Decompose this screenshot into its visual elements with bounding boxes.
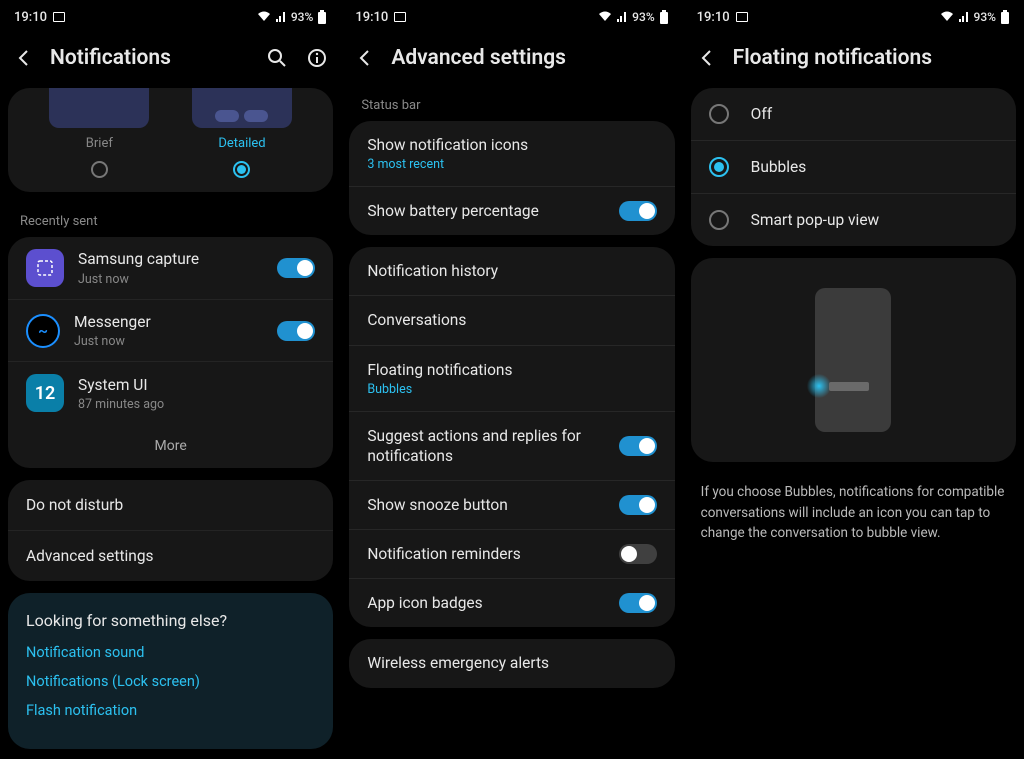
page-title: Advanced settings xyxy=(391,46,668,70)
main-settings-card: Notification history Conversations Float… xyxy=(349,247,674,627)
status-time: 19:10 xyxy=(355,10,388,25)
recent-apps-card: Samsung capture Just now ~ Messenger Jus… xyxy=(8,237,333,468)
radio-bubbles[interactable] xyxy=(709,157,729,177)
status-bar: 19:10 93% xyxy=(0,0,341,30)
signal-icon xyxy=(616,11,628,23)
image-icon xyxy=(394,12,406,22)
radio-detailed[interactable] xyxy=(233,161,250,178)
status-time: 19:10 xyxy=(14,10,47,25)
status-bar: 19:10 93% xyxy=(341,0,682,30)
wifi-icon xyxy=(940,11,954,23)
settings-card: Do not disturb Advanced settings xyxy=(8,480,333,581)
option-smart[interactable]: Smart pop-up view xyxy=(691,193,1016,246)
image-icon xyxy=(736,12,748,22)
header: Floating notifications xyxy=(683,30,1024,88)
advanced-row[interactable]: Advanced settings xyxy=(8,530,333,581)
toggle-reminders[interactable] xyxy=(619,544,657,564)
toggle-badges[interactable] xyxy=(619,593,657,613)
more-button[interactable]: More xyxy=(8,424,333,468)
page-title: Notifications xyxy=(50,46,251,70)
link-lock-screen[interactable]: Notifications (Lock screen) xyxy=(26,673,315,690)
options-card: Off Bubbles Smart pop-up view xyxy=(691,88,1016,246)
link-notification-sound[interactable]: Notification sound xyxy=(26,644,315,661)
app-icon-messenger: ~ xyxy=(26,314,60,348)
toggle-suggest[interactable] xyxy=(619,436,657,456)
style-detailed[interactable]: Detailed xyxy=(187,88,297,192)
show-battery-row[interactable]: Show battery percentage xyxy=(349,186,674,235)
preview-card xyxy=(691,258,1016,462)
app-row[interactable]: Samsung capture Just now xyxy=(8,237,333,299)
phone-mock xyxy=(815,288,891,432)
toggle-messenger[interactable] xyxy=(277,321,315,341)
signal-icon xyxy=(275,11,287,23)
statusbar-card: Show notification icons 3 most recent Sh… xyxy=(349,121,674,235)
page-title: Floating notifications xyxy=(733,46,1010,70)
bubble-bar xyxy=(829,382,869,391)
snooze-row[interactable]: Show snooze button xyxy=(349,480,674,529)
style-brief[interactable]: Brief xyxy=(44,88,154,192)
battery-icon xyxy=(317,10,327,24)
status-bar: 19:10 93% xyxy=(683,0,1024,30)
toggle-snooze[interactable] xyxy=(619,495,657,515)
search-icon[interactable] xyxy=(267,48,287,68)
battery-text: 93% xyxy=(632,10,654,24)
info-icon[interactable] xyxy=(307,48,327,68)
wifi-icon xyxy=(257,11,271,23)
option-bubbles[interactable]: Bubbles xyxy=(691,140,1016,193)
app-row[interactable]: ~ Messenger Just now xyxy=(8,299,333,361)
app-row[interactable]: 12 System UI 87 minutes ago xyxy=(8,361,333,424)
header: Notifications xyxy=(0,30,341,88)
header: Advanced settings xyxy=(341,30,682,88)
suggest-row[interactable]: Suggest actions and replies for notifica… xyxy=(349,411,674,480)
wireless-card: Wireless emergency alerts xyxy=(349,639,674,687)
back-icon[interactable] xyxy=(14,48,34,68)
recently-sent-label: Recently sent xyxy=(0,204,341,237)
status-bar-label: Status bar xyxy=(341,88,682,121)
app-icon-system-ui: 12 xyxy=(26,374,64,412)
app-icon-samsung-capture xyxy=(26,249,64,287)
radio-off[interactable] xyxy=(709,104,729,124)
bubble-dot-icon xyxy=(807,374,831,398)
reminders-row[interactable]: Notification reminders xyxy=(349,529,674,578)
screen-advanced: 19:10 93% Advanced settings Status bar S… xyxy=(341,0,682,759)
floating-row[interactable]: Floating notifications Bubbles xyxy=(349,345,674,411)
option-off[interactable]: Off xyxy=(691,88,1016,140)
else-title: Looking for something else? xyxy=(26,611,315,630)
conversations-row[interactable]: Conversations xyxy=(349,295,674,344)
battery-text: 93% xyxy=(291,10,313,24)
toggle-battery[interactable] xyxy=(619,201,657,221)
battery-icon xyxy=(1000,10,1010,24)
image-icon xyxy=(53,12,65,22)
radio-brief[interactable] xyxy=(91,161,108,178)
description: If you choose Bubbles, notifications for… xyxy=(683,474,1024,551)
history-row[interactable]: Notification history xyxy=(349,247,674,295)
dnd-row[interactable]: Do not disturb xyxy=(8,480,333,530)
screen-floating: 19:10 93% Floating notifications Off Bub… xyxy=(683,0,1024,759)
battery-icon xyxy=(659,10,669,24)
looking-else-card: Looking for something else? Notification… xyxy=(8,593,333,749)
wireless-row[interactable]: Wireless emergency alerts xyxy=(349,639,674,687)
back-icon[interactable] xyxy=(355,48,375,68)
show-icons-row[interactable]: Show notification icons 3 most recent xyxy=(349,121,674,186)
back-icon[interactable] xyxy=(697,48,717,68)
toggle-samsung-capture[interactable] xyxy=(277,258,315,278)
radio-smart[interactable] xyxy=(709,210,729,230)
wifi-icon xyxy=(598,11,612,23)
badges-row[interactable]: App icon badges xyxy=(349,578,674,627)
signal-icon xyxy=(958,11,970,23)
screen-notifications: 19:10 93% Notifications Brief Detai xyxy=(0,0,341,759)
style-selector-card: Brief Detailed xyxy=(8,88,333,192)
status-time: 19:10 xyxy=(697,10,730,25)
battery-text: 93% xyxy=(974,10,996,24)
link-flash[interactable]: Flash notification xyxy=(26,702,315,719)
